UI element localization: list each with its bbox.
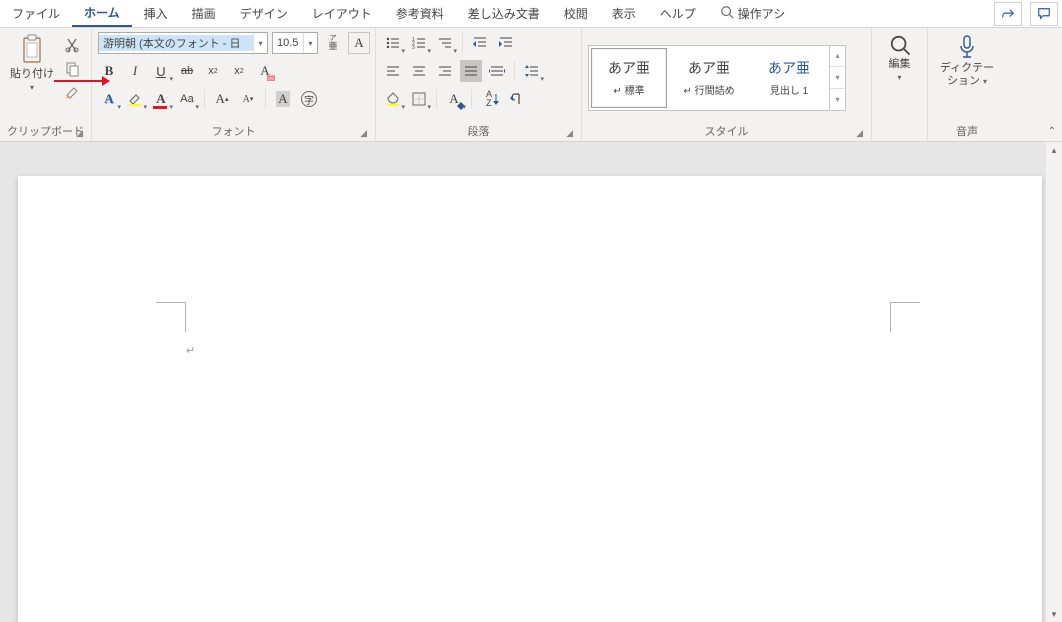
group-font: 游明朝 (本文のフォント - 日▾ 10.5▾ ア亜 A B I U▾ ab x… bbox=[92, 28, 376, 141]
clipboard-paste-icon bbox=[18, 34, 46, 66]
tab-insert[interactable]: 挿入 bbox=[132, 0, 180, 27]
distributed-button[interactable] bbox=[486, 60, 508, 82]
document-page[interactable]: ↵ bbox=[18, 176, 1042, 622]
comments-button[interactable] bbox=[1030, 2, 1058, 26]
find-icon bbox=[889, 34, 911, 56]
collapse-ribbon-button[interactable]: ⌃ bbox=[1048, 126, 1056, 137]
group-styles: あア亜 ↵ 標準 あア亜 ↵ 行間詰め あア亜 見出し 1 ▴ ▾ ▾ スタイル… bbox=[582, 28, 872, 141]
shading-button[interactable]: ▾ bbox=[382, 88, 404, 110]
vertical-scrollbar[interactable]: ▴ ▾ bbox=[1046, 142, 1062, 622]
subscript-button[interactable]: x2 bbox=[202, 60, 224, 82]
clear-formatting-button[interactable]: A bbox=[254, 60, 276, 82]
group-editing: 編集▾ bbox=[872, 28, 928, 141]
line-spacing-button[interactable]: ▾ bbox=[521, 60, 543, 82]
ribbon: 貼り付け▾ クリップボード◢ 游明朝 (本文のフォント - 日▾ 10 bbox=[0, 28, 1062, 142]
group-voice: ディクテーション ▾ 音声 bbox=[928, 28, 1006, 141]
strikethrough-button[interactable]: ab bbox=[176, 60, 198, 82]
margin-corner-top-left bbox=[156, 302, 186, 332]
editing-button[interactable]: 編集▾ bbox=[885, 32, 915, 86]
format-painter-button[interactable] bbox=[62, 84, 82, 102]
borders-button[interactable]: ▾ bbox=[408, 88, 430, 110]
text-effects-button[interactable]: A▾ bbox=[98, 88, 120, 110]
group-clipboard: 貼り付け▾ クリップボード◢ bbox=[0, 28, 92, 141]
scroll-down-icon[interactable]: ▾ bbox=[1046, 606, 1062, 622]
styles-launcher[interactable]: ◢ bbox=[856, 128, 863, 139]
cut-button[interactable] bbox=[62, 36, 82, 54]
text-direction-button[interactable]: A▾ bbox=[443, 88, 465, 110]
change-case-button[interactable]: Aa▾ bbox=[176, 88, 198, 110]
highlight-button[interactable]: ▾ bbox=[124, 88, 146, 110]
style-normal[interactable]: あア亜 ↵ 標準 bbox=[591, 48, 667, 108]
italic-button[interactable]: I bbox=[124, 60, 146, 82]
decrease-indent-button[interactable] bbox=[469, 32, 491, 54]
style-heading1[interactable]: あア亜 見出し 1 bbox=[751, 48, 827, 108]
dictation-button[interactable]: ディクテーション ▾ bbox=[934, 32, 1000, 90]
align-left-button[interactable] bbox=[382, 60, 404, 82]
tab-review[interactable]: 校閲 bbox=[552, 0, 600, 27]
increase-indent-button[interactable] bbox=[495, 32, 517, 54]
clipboard-launcher[interactable]: ◢ bbox=[76, 128, 83, 139]
tab-layout[interactable]: レイアウト bbox=[300, 0, 384, 27]
bullets-button[interactable]: ▾ bbox=[382, 32, 404, 54]
tab-file[interactable]: ファイル bbox=[0, 0, 72, 27]
styles-gallery-scroll[interactable]: ▴ ▾ ▾ bbox=[829, 46, 845, 110]
tell-me-search[interactable]: 操作アシ bbox=[708, 0, 798, 27]
align-right-button[interactable] bbox=[434, 60, 456, 82]
bold-button[interactable]: B bbox=[98, 60, 120, 82]
justify-button[interactable] bbox=[460, 60, 482, 82]
superscript-button[interactable]: x2 bbox=[228, 60, 250, 82]
style-no-spacing[interactable]: あア亜 ↵ 行間詰め bbox=[671, 48, 747, 108]
underline-button[interactable]: U▾ bbox=[150, 60, 172, 82]
gallery-up-icon[interactable]: ▴ bbox=[830, 46, 845, 68]
tab-view[interactable]: 表示 bbox=[600, 0, 648, 27]
styles-gallery[interactable]: あア亜 ↵ 標準 あア亜 ↵ 行間詰め あア亜 見出し 1 ▴ ▾ ▾ bbox=[588, 45, 846, 111]
tab-help[interactable]: ヘルプ bbox=[648, 0, 708, 27]
document-workarea: ↵ bbox=[0, 142, 1062, 622]
font-size-combo[interactable]: 10.5▾ bbox=[272, 32, 318, 54]
menu-tabs: ファイル ホーム 挿入 描画 デザイン レイアウト 参考資料 差し込み文書 校閲… bbox=[0, 0, 1062, 28]
multilevel-list-button[interactable]: ▾ bbox=[434, 32, 456, 54]
group-paragraph: ▾ 123▾ ▾ ▾ ▾ ▾ bbox=[376, 28, 582, 141]
character-border-button[interactable]: A bbox=[348, 32, 370, 54]
search-icon bbox=[720, 5, 734, 22]
numbering-button[interactable]: 123▾ bbox=[408, 32, 430, 54]
scroll-up-icon[interactable]: ▴ bbox=[1046, 142, 1062, 158]
tab-mailings[interactable]: 差し込み文書 bbox=[456, 0, 552, 27]
paragraph-mark: ↵ bbox=[186, 344, 195, 357]
font-name-combo[interactable]: 游明朝 (本文のフォント - 日▾ bbox=[98, 32, 268, 54]
paste-button[interactable]: 貼り付け▾ bbox=[6, 32, 58, 96]
phonetic-guide-button[interactable]: ア亜 bbox=[322, 32, 344, 54]
share-button[interactable] bbox=[994, 2, 1022, 26]
tab-home[interactable]: ホーム bbox=[72, 0, 132, 27]
enclose-characters-button[interactable]: 字 bbox=[298, 88, 320, 110]
tab-draw[interactable]: 描画 bbox=[180, 0, 228, 27]
copy-button[interactable] bbox=[62, 60, 82, 78]
character-shading-button[interactable]: A bbox=[272, 88, 294, 110]
microphone-icon bbox=[955, 34, 979, 60]
sort-button[interactable]: AZ bbox=[478, 88, 500, 110]
show-marks-button[interactable] bbox=[504, 88, 526, 110]
gallery-down-icon[interactable]: ▾ bbox=[830, 67, 845, 89]
paragraph-launcher[interactable]: ◢ bbox=[566, 128, 573, 139]
font-launcher[interactable]: ◢ bbox=[360, 128, 367, 139]
margin-corner-top-right bbox=[890, 302, 920, 332]
gallery-more-icon[interactable]: ▾ bbox=[830, 89, 845, 110]
font-color-button[interactable]: A▾ bbox=[150, 88, 172, 110]
tab-design[interactable]: デザイン bbox=[228, 0, 300, 27]
svg-text:3: 3 bbox=[412, 45, 415, 51]
grow-font-button[interactable]: A▴ bbox=[211, 88, 233, 110]
shrink-font-button[interactable]: A▾ bbox=[237, 88, 259, 110]
tab-references[interactable]: 参考資料 bbox=[384, 0, 456, 27]
align-center-button[interactable] bbox=[408, 60, 430, 82]
tell-me-label: 操作アシ bbox=[738, 5, 786, 22]
